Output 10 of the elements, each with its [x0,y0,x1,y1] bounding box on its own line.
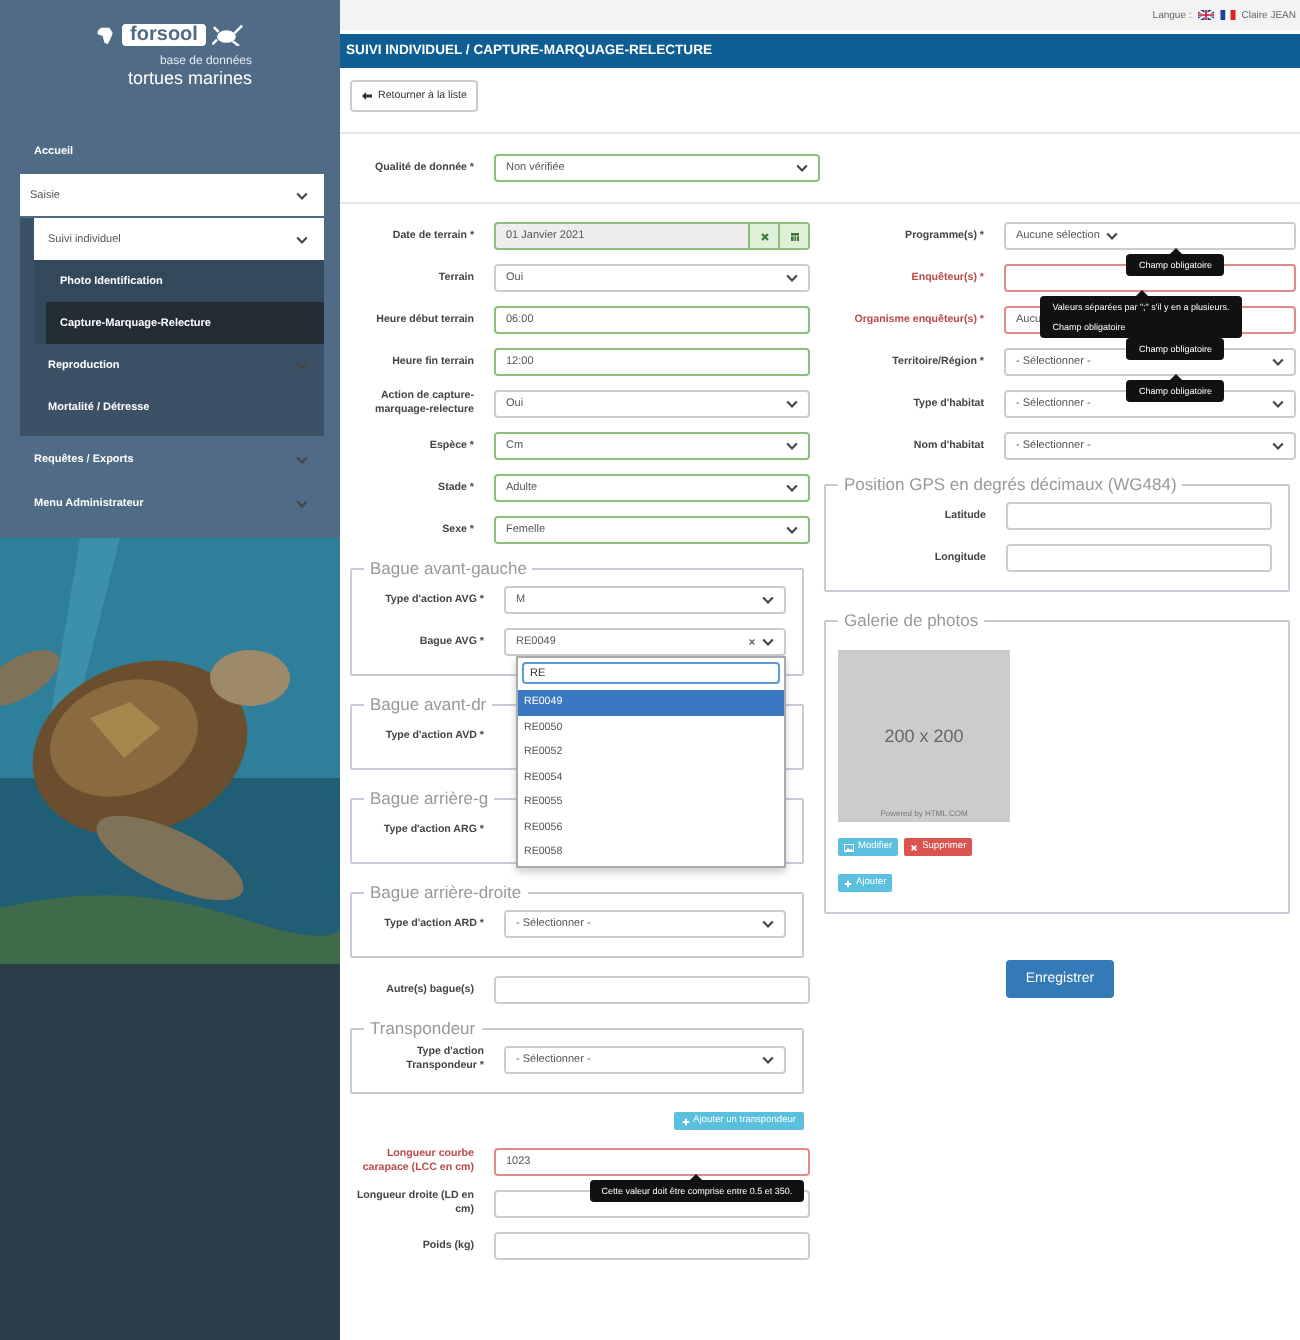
fieldset-legend: Bague arrière-g [364,788,495,808]
fieldset-legend: Position GPS en degrés décimaux (WG484) [838,474,1183,494]
fieldset-legend: Transpondeur [364,1018,482,1038]
fieldset-legend: Bague arrière-droite [364,882,528,902]
fieldset-legend: Bague avant-gauche [364,558,533,578]
image-size-label: 200 x 200 [884,726,964,746]
logo-text: forsool [122,24,206,46]
fieldset-legend: Bague avant-dr [364,694,493,714]
logo-title: tortues marines [127,68,252,88]
fieldset-legend: Galerie de photos [838,610,985,630]
